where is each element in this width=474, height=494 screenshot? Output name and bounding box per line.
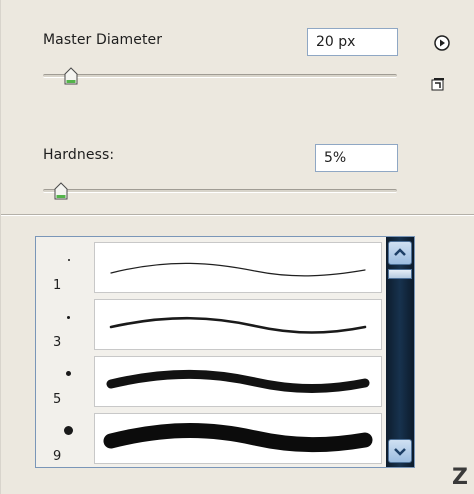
preset-row-9[interactable]: 9 <box>36 410 386 466</box>
master-diameter-label: Master Diameter <box>43 32 163 48</box>
stroke-preview <box>94 356 382 407</box>
chevron-up-icon <box>394 248 406 256</box>
preset-row-3[interactable]: 3 <box>36 296 386 352</box>
preset-scrollbar[interactable] <box>386 237 414 467</box>
brush-preset-panel: Master Diameter 20 px Hardness: 5% 1 3 5… <box>0 0 474 494</box>
hardness-slider-thumb[interactable] <box>54 182 68 200</box>
preset-tip-cell: 3 <box>40 299 92 351</box>
brush-tip-dot <box>68 259 70 261</box>
chevron-down-icon <box>394 448 406 456</box>
preset-row-1[interactable]: 1 <box>36 239 386 295</box>
preset-tip-cell: 5 <box>40 356 92 408</box>
corner-letter: Z <box>452 465 468 490</box>
brush-tip-dot <box>64 426 73 435</box>
brush-preset-list: 1 3 5 9 <box>35 236 415 468</box>
scroll-thumb[interactable] <box>388 269 412 279</box>
preset-tip-cell: 1 <box>40 242 92 294</box>
play-circle-icon[interactable] <box>434 35 450 51</box>
preset-size-label: 9 <box>53 449 62 464</box>
preset-size-label: 5 <box>53 392 62 407</box>
master-diameter-field[interactable]: 20 px <box>307 28 398 56</box>
brush-tip-dot <box>66 371 71 376</box>
master-diameter-slider-thumb[interactable] <box>64 67 78 85</box>
preset-size-label: 1 <box>53 278 62 293</box>
preset-list-area: 1 3 5 9 <box>36 237 386 467</box>
brush-tip-dot <box>67 316 70 319</box>
stroke-preview <box>94 413 382 464</box>
stroke-preview <box>94 242 382 293</box>
hardness-field[interactable]: 5% <box>315 144 398 172</box>
stroke-preview <box>94 299 382 350</box>
preset-row-5[interactable]: 5 <box>36 353 386 409</box>
preset-size-label: 3 <box>53 335 62 350</box>
scroll-down-button[interactable] <box>388 439 412 463</box>
scroll-up-button[interactable] <box>388 241 412 265</box>
preset-tip-cell: 9 <box>40 413 92 465</box>
hardness-label: Hardness: <box>43 147 115 163</box>
new-preset-icon[interactable] <box>431 77 445 91</box>
section-divider <box>1 214 474 216</box>
master-diameter-slider-track[interactable] <box>43 74 397 78</box>
hardness-slider-track[interactable] <box>43 189 397 193</box>
